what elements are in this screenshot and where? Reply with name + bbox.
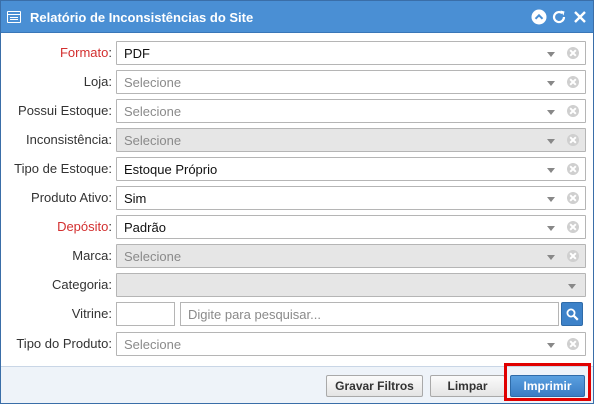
field-label-produto-ativo: Produto Ativo: [31, 190, 109, 205]
title-bar: Relatório de Inconsistências do Site: [1, 1, 593, 33]
row-categoria: Categoria:: [1, 273, 593, 297]
window-icon: [7, 11, 21, 23]
vitrine-code-input[interactable]: [116, 302, 175, 326]
clear-icon[interactable]: [567, 163, 579, 175]
possui-estoque-select[interactable]: Selecione: [116, 99, 586, 123]
print-button-highlight: [504, 363, 591, 401]
chevron-down-icon[interactable]: [547, 168, 555, 173]
field-label-marca: Marca: [72, 248, 109, 263]
chevron-down-icon[interactable]: [547, 110, 555, 115]
clear-button[interactable]: Limpar: [430, 375, 505, 397]
clear-icon[interactable]: [567, 221, 579, 233]
chevron-down-icon: [568, 284, 576, 289]
produto-ativo-select[interactable]: Sim: [116, 186, 586, 210]
row-formato: Formato: PDF: [1, 41, 593, 65]
deposito-value: Padrão: [124, 220, 166, 235]
vitrine-search-button[interactable]: [561, 302, 583, 326]
row-produto-ativo: Produto Ativo: Sim: [1, 186, 593, 210]
refresh-icon[interactable]: [551, 9, 567, 25]
marca-placeholder: Selecione: [124, 249, 182, 264]
formato-value: PDF: [124, 46, 150, 61]
clear-icon[interactable]: [567, 76, 579, 88]
vitrine-search-placeholder: Digite para pesquisar...: [188, 307, 321, 322]
chevron-down-icon[interactable]: [547, 81, 555, 86]
field-label-categoria: Categoria: [52, 277, 109, 292]
row-marca: Marca: Selecione: [1, 244, 593, 268]
row-tipo-estoque: Tipo de Estoque: Estoque Próprio: [1, 157, 593, 181]
chevron-down-icon: [547, 139, 555, 144]
field-label-inconsistencia: Inconsistência: [25, 132, 109, 147]
inconsistencia-placeholder: Selecione: [124, 133, 182, 148]
row-possui-estoque: Possui Estoque: Selecione: [1, 99, 593, 123]
categoria-select: [116, 273, 586, 297]
field-label-tipo-produto: Tipo do Produto: [16, 336, 109, 351]
magnifier-icon: [566, 308, 579, 321]
close-icon[interactable]: [572, 9, 588, 25]
field-label-tipo-estoque: Tipo de Estoque: [14, 161, 109, 176]
clear-icon: [567, 134, 579, 146]
chevron-down-icon[interactable]: [547, 197, 555, 202]
chevron-down-icon[interactable]: [547, 226, 555, 231]
save-filters-button[interactable]: Gravar Filtros: [326, 375, 423, 397]
clear-icon[interactable]: [567, 338, 579, 350]
row-vitrine: Vitrine: Digite para pesquisar...: [1, 302, 593, 326]
vitrine-search-input[interactable]: Digite para pesquisar...: [180, 302, 559, 326]
tipo-produto-placeholder: Selecione: [124, 337, 182, 352]
tipo-produto-select[interactable]: Selecione: [116, 332, 586, 356]
possui-estoque-placeholder: Selecione: [124, 104, 182, 119]
chevron-down-icon: [547, 255, 555, 260]
chevron-down-icon[interactable]: [547, 52, 555, 57]
field-label-possui-estoque: Possui Estoque: [18, 103, 109, 118]
chevron-down-icon[interactable]: [547, 343, 555, 348]
clear-icon[interactable]: [567, 47, 579, 59]
row-loja: Loja: Selecione: [1, 70, 593, 94]
tipo-estoque-value: Estoque Próprio: [124, 162, 218, 177]
row-inconsistencia: Inconsistência: Selecione: [1, 128, 593, 152]
row-deposito: Depósito: Padrão: [1, 215, 593, 239]
report-dialog: Relatório de Inconsistências do Site For…: [0, 0, 594, 404]
inconsistencia-select: Selecione: [116, 128, 586, 152]
deposito-select[interactable]: Padrão: [116, 215, 586, 239]
field-label-deposito: Depósito: [57, 219, 109, 234]
dialog-title: Relatório de Inconsistências do Site: [30, 10, 254, 25]
clear-icon[interactable]: [567, 192, 579, 204]
loja-select[interactable]: Selecione: [116, 70, 586, 94]
marca-select: Selecione: [116, 244, 586, 268]
row-tipo-produto: Tipo do Produto: Selecione: [1, 332, 593, 356]
clear-icon: [567, 250, 579, 262]
field-label-formato: Formato: [59, 45, 109, 60]
tipo-estoque-select[interactable]: Estoque Próprio: [116, 157, 586, 181]
clear-icon[interactable]: [567, 105, 579, 117]
collapse-icon[interactable]: [531, 9, 547, 25]
field-label-loja: Loja: [83, 74, 109, 89]
produto-ativo-value: Sim: [124, 191, 147, 206]
loja-placeholder: Selecione: [124, 75, 182, 90]
field-label-vitrine: Vitrine: [71, 306, 109, 321]
formato-select[interactable]: PDF: [116, 41, 586, 65]
